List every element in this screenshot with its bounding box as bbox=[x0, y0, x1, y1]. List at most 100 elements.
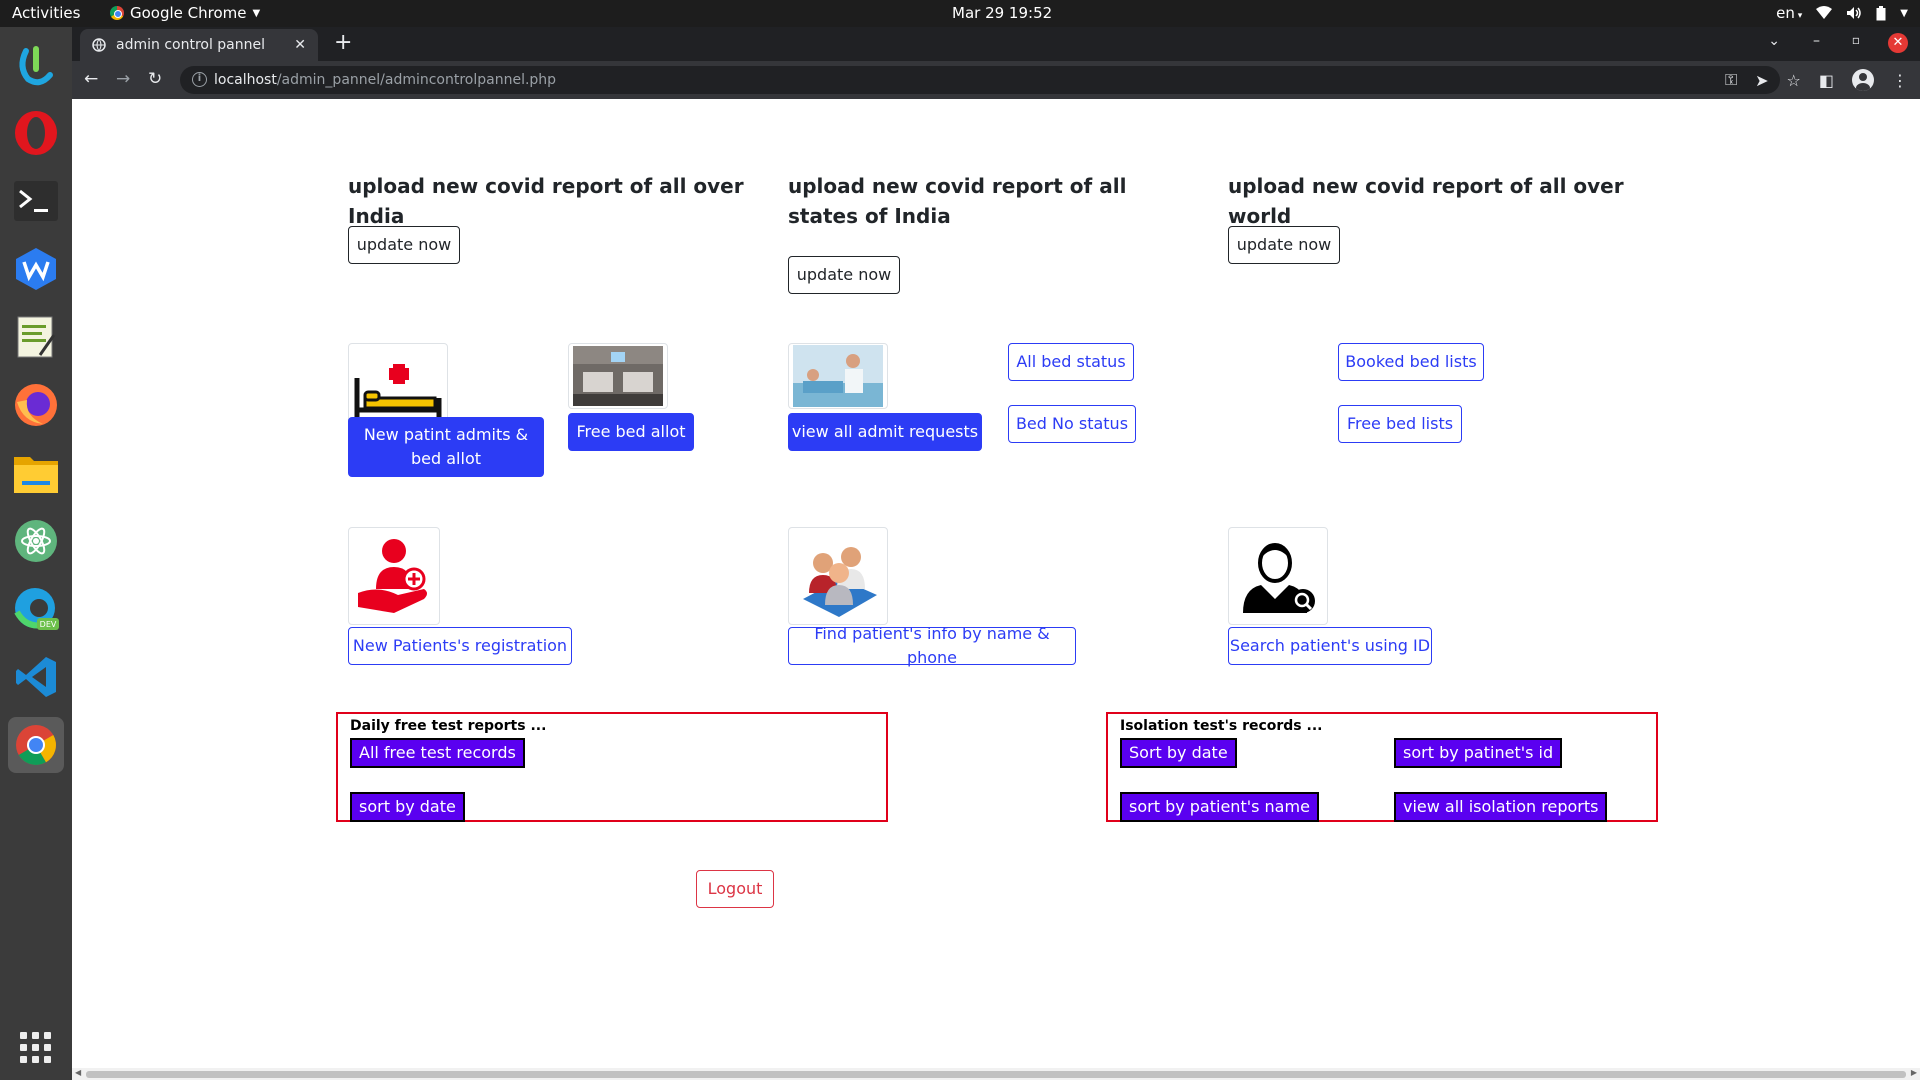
update-states-button[interactable]: update now bbox=[788, 256, 900, 294]
edge-dev-badge: DEV bbox=[40, 620, 57, 629]
tab-strip: admin control pannel ✕ + ⌄ – ▫ ✕ bbox=[72, 27, 1920, 61]
chevron-down-icon: ▼ bbox=[1900, 7, 1908, 19]
all-bed-status-button[interactable]: All bed status bbox=[1008, 343, 1134, 381]
url-host: localhost bbox=[214, 72, 277, 88]
clock[interactable]: Mar 29 19:52 bbox=[952, 4, 1052, 22]
system-tray[interactable]: en ▾ ▼ bbox=[1776, 4, 1908, 22]
battery-icon bbox=[1876, 5, 1886, 20]
chrome-icon bbox=[16, 725, 56, 765]
atom-icon bbox=[15, 520, 57, 562]
files-icon bbox=[14, 457, 58, 493]
opera-icon bbox=[15, 111, 57, 155]
menu-icon[interactable]: ⋮ bbox=[1892, 71, 1908, 90]
chevron-down-icon: ▼ bbox=[252, 7, 261, 19]
system-top-bar: Activities Google Chrome ▼ Mar 29 19:52 … bbox=[0, 0, 1920, 27]
site-info-icon[interactable]: i bbox=[192, 72, 207, 87]
new-admit-bed-allot-button[interactable]: New patint admits & bed allot bbox=[348, 417, 544, 477]
language-label: en bbox=[1776, 4, 1795, 22]
wifi-icon bbox=[1816, 6, 1833, 19]
reload-icon[interactable]: ↻ bbox=[148, 69, 162, 89]
new-patient-registration-button[interactable]: New Patients's registration bbox=[348, 627, 572, 665]
bed-no-status-button[interactable]: Bed No status bbox=[1008, 405, 1136, 443]
search-patient-image bbox=[1228, 527, 1328, 625]
dock-ubuntu-software[interactable] bbox=[8, 37, 64, 93]
dock-opera[interactable] bbox=[8, 105, 64, 161]
isolation-sort-by-date-button[interactable]: Sort by date bbox=[1120, 738, 1237, 768]
dock-edge-dev[interactable]: DEV bbox=[8, 581, 64, 637]
patient-registration-image bbox=[348, 527, 440, 625]
all-free-test-records-button[interactable]: All free test records bbox=[350, 738, 525, 768]
address-bar[interactable]: i localhost/admin_pannel/admincontrolpan… bbox=[180, 66, 1780, 94]
tab-search-icon[interactable]: ⌄ bbox=[1768, 33, 1780, 49]
isolation-sort-by-id-button[interactable]: sort by patinet's id bbox=[1394, 738, 1563, 768]
dock-files[interactable] bbox=[8, 445, 64, 501]
patients-group-image bbox=[788, 527, 888, 625]
maximize-icon[interactable]: ▫ bbox=[1852, 33, 1860, 47]
browser-tab[interactable]: admin control pannel ✕ bbox=[80, 29, 318, 61]
update-world-button[interactable]: update now bbox=[1228, 226, 1340, 264]
patient-care-icon bbox=[358, 539, 427, 613]
dock-chrome[interactable] bbox=[8, 717, 64, 773]
app-menu-label: Google Chrome bbox=[130, 4, 247, 22]
doctor-patient-icon bbox=[793, 345, 883, 407]
daily-tests-title: Daily free test reports ... bbox=[350, 718, 547, 734]
new-tab-icon[interactable]: + bbox=[334, 30, 352, 55]
wps-writer-icon bbox=[16, 248, 56, 290]
free-bed-allot-button[interactable]: Free bed allot bbox=[568, 413, 694, 451]
scrollbar-thumb[interactable] bbox=[86, 1071, 1906, 1078]
search-patient-id-button[interactable]: Search patient's using ID bbox=[1228, 627, 1432, 665]
ubuntu-software-icon bbox=[19, 46, 53, 86]
view-admit-requests-button[interactable]: view all admit requests bbox=[788, 413, 982, 451]
vscode-icon bbox=[16, 657, 56, 697]
edge-dev-icon: DEV bbox=[14, 588, 59, 630]
isolation-tests-panel: Isolation test's records ... Sort by dat… bbox=[1106, 712, 1658, 822]
forward-icon[interactable]: → bbox=[116, 69, 130, 89]
side-panel-icon[interactable]: ◧ bbox=[1819, 71, 1834, 90]
window-close-icon[interactable]: ✕ bbox=[1888, 33, 1908, 53]
dock-vscode[interactable] bbox=[8, 649, 64, 705]
update-india-button[interactable]: update now bbox=[348, 226, 460, 264]
minimize-icon[interactable]: – bbox=[1813, 33, 1820, 49]
page-content: upload new covid report of all over Indi… bbox=[72, 99, 1920, 1068]
scroll-right-icon[interactable]: ▶ bbox=[1911, 1068, 1917, 1077]
horizontal-scrollbar[interactable]: ◀ ▶ bbox=[72, 1068, 1920, 1080]
dock-terminal[interactable] bbox=[8, 173, 64, 229]
show-applications-icon[interactable] bbox=[20, 1032, 52, 1064]
dock: DEV bbox=[0, 27, 72, 1080]
dock-firefox[interactable] bbox=[8, 377, 64, 433]
free-bed-lists-button[interactable]: Free bed lists bbox=[1338, 405, 1462, 443]
key-icon[interactable]: ⚿ bbox=[1725, 70, 1737, 90]
back-icon[interactable]: ← bbox=[84, 69, 98, 89]
dock-atom[interactable] bbox=[8, 513, 64, 569]
browser-toolbar: ← → ↻ i localhost/admin_pannel/admincont… bbox=[72, 61, 1920, 99]
hospital-room-image bbox=[568, 343, 668, 409]
firefox-icon bbox=[15, 384, 57, 426]
language-indicator[interactable]: en ▾ bbox=[1776, 4, 1802, 22]
profile-avatar[interactable] bbox=[1852, 69, 1874, 91]
india-report-heading: upload new covid report of all over Indi… bbox=[348, 174, 744, 228]
view-all-isolation-reports-button[interactable]: view all isolation reports bbox=[1394, 792, 1608, 822]
daily-tests-panel: Daily free test reports ... All free tes… bbox=[336, 712, 888, 822]
text-editor-icon bbox=[17, 316, 56, 358]
terminal-icon bbox=[14, 181, 58, 221]
dock-wps-writer[interactable] bbox=[8, 241, 64, 297]
doctor-patient-image bbox=[788, 343, 888, 409]
close-tab-icon[interactable]: ✕ bbox=[294, 37, 306, 53]
app-menu[interactable]: Google Chrome ▼ bbox=[110, 4, 260, 22]
isolation-sort-by-name-button[interactable]: sort by patient's name bbox=[1120, 792, 1319, 822]
send-icon[interactable]: ➤ bbox=[1755, 71, 1768, 90]
booked-bed-lists-button[interactable]: Booked bed lists bbox=[1338, 343, 1484, 381]
activities-button[interactable]: Activities bbox=[12, 4, 80, 22]
bookmark-star-icon[interactable]: ☆ bbox=[1787, 71, 1801, 90]
daily-sort-by-date-button[interactable]: sort by date bbox=[350, 792, 465, 822]
find-patient-info-button[interactable]: Find patient's info by name & phone bbox=[788, 624, 1076, 667]
states-report-heading: upload new covid report of all states of… bbox=[788, 174, 1127, 228]
chrome-icon bbox=[110, 6, 124, 20]
scroll-left-icon[interactable]: ◀ bbox=[75, 1068, 81, 1077]
volume-icon bbox=[1847, 7, 1862, 19]
dock-text-editor[interactable] bbox=[8, 309, 64, 365]
world-report-heading: upload new covid report of all over worl… bbox=[1228, 174, 1624, 228]
tab-title: admin control pannel bbox=[116, 37, 266, 53]
hospital-room-icon bbox=[573, 346, 663, 406]
logout-button[interactable]: Logout bbox=[696, 870, 774, 908]
